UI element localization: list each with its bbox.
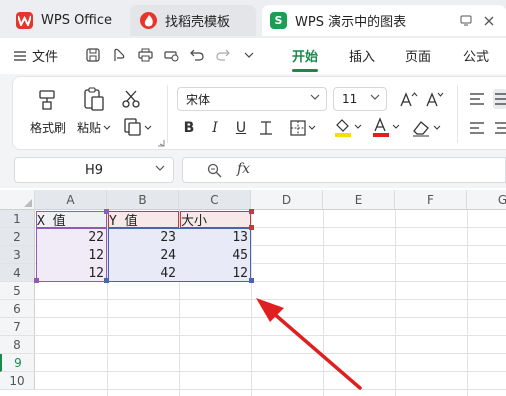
redo-icon[interactable]	[214, 46, 232, 64]
more-dropdown-icon[interactable]	[240, 46, 258, 64]
ribbon-area: 格式刷 粘贴 宋体 11 B I U	[0, 74, 506, 154]
close-tab-icon[interactable]	[484, 5, 494, 36]
file-menu[interactable]: 文件	[14, 46, 58, 65]
name-box[interactable]: H9	[14, 157, 174, 183]
borders-icon[interactable]	[289, 119, 319, 137]
print-preview-icon[interactable]	[162, 46, 180, 64]
font-size-value: 11	[342, 92, 358, 106]
formula-bar: H9 fx	[0, 154, 506, 188]
spreadsheet-grid[interactable]: A B C D E F G 1 2 3 4 5 6 7 8 9 10 X 值 Y…	[0, 190, 506, 396]
copy-icon[interactable]	[123, 117, 155, 137]
font-size-select[interactable]: 11	[333, 87, 387, 111]
chevron-down-icon	[103, 125, 111, 130]
insert-function-icon[interactable]: fx	[237, 161, 250, 177]
cut-icon[interactable]	[121, 89, 141, 109]
sheet-app-icon: S	[270, 12, 287, 29]
ribbon-separator	[167, 85, 168, 143]
tab-insert[interactable]: 插入	[349, 46, 375, 65]
annotation-arrow	[256, 298, 362, 390]
format-painter-icon[interactable]	[37, 89, 57, 111]
file-menu-label: 文件	[32, 50, 59, 65]
bold-icon[interactable]: B	[181, 119, 197, 137]
align-center-icon[interactable]	[493, 119, 506, 137]
zoom-search-icon[interactable]	[207, 163, 222, 181]
format-painter-label: 格式刷	[29, 121, 66, 135]
chevron-down-icon	[370, 92, 380, 103]
ribbon-panel: 格式刷 粘贴 宋体 11 B I U	[12, 76, 506, 150]
chevron-down-icon	[310, 92, 320, 103]
hamburger-icon	[14, 50, 26, 61]
chevron-down-icon	[155, 163, 165, 174]
tab-label: WPS Office	[41, 13, 113, 28]
decrease-font-size-icon[interactable]	[425, 89, 445, 109]
italic-icon[interactable]: I	[207, 119, 223, 137]
clear-format-icon[interactable]	[411, 117, 443, 139]
tab-label: 找稻壳模板	[165, 15, 231, 30]
formula-input[interactable]: fx	[182, 157, 506, 183]
tab-label: WPS 演示中的图表	[295, 15, 407, 30]
tab-current-document[interactable]: S WPS 演示中的图表	[262, 5, 506, 36]
docer-logo-icon	[140, 12, 157, 29]
tab-formula[interactable]: 公式	[463, 46, 489, 65]
print-icon[interactable]	[136, 46, 154, 64]
align-left-icon[interactable]	[467, 119, 487, 137]
ribbon-separator	[457, 85, 458, 143]
tab-docer-templates[interactable]: 找稻壳模板	[130, 5, 256, 36]
wps-logo-icon	[16, 12, 33, 29]
strikethrough-icon[interactable]	[257, 119, 275, 137]
undo-icon[interactable]	[188, 46, 206, 64]
underline-icon[interactable]: U	[233, 119, 249, 137]
font-name-value: 宋体	[186, 92, 211, 107]
active-tab-indicator	[292, 69, 318, 72]
align-middle-icon[interactable]	[493, 89, 506, 109]
paste-icon[interactable]	[83, 87, 105, 111]
font-color-icon[interactable]	[371, 117, 401, 139]
increase-font-size-icon[interactable]	[399, 89, 419, 109]
title-tab-bar: WPS Office 找稻壳模板 S WPS 演示中的图表	[0, 0, 506, 38]
window-restore-icon[interactable]	[460, 5, 472, 36]
save-icon[interactable]	[84, 46, 102, 64]
tab-wps-office[interactable]: WPS Office	[6, 5, 124, 36]
menu-row: 文件 开始 插入 页面 公式	[0, 38, 506, 74]
tab-home[interactable]: 开始	[292, 46, 318, 65]
export-pdf-icon[interactable]	[110, 46, 128, 64]
format-painter-button[interactable]: 格式刷	[27, 119, 69, 136]
tab-page[interactable]: 页面	[405, 46, 431, 65]
dialog-launcher-icon[interactable]	[157, 139, 165, 147]
paste-label: 粘贴	[77, 121, 102, 135]
fill-color-icon[interactable]	[333, 117, 363, 139]
cell-reference: H9	[84, 162, 104, 178]
align-top-icon[interactable]	[467, 89, 487, 109]
font-name-select[interactable]: 宋体	[177, 87, 327, 111]
paste-button[interactable]: 粘贴	[77, 119, 121, 136]
